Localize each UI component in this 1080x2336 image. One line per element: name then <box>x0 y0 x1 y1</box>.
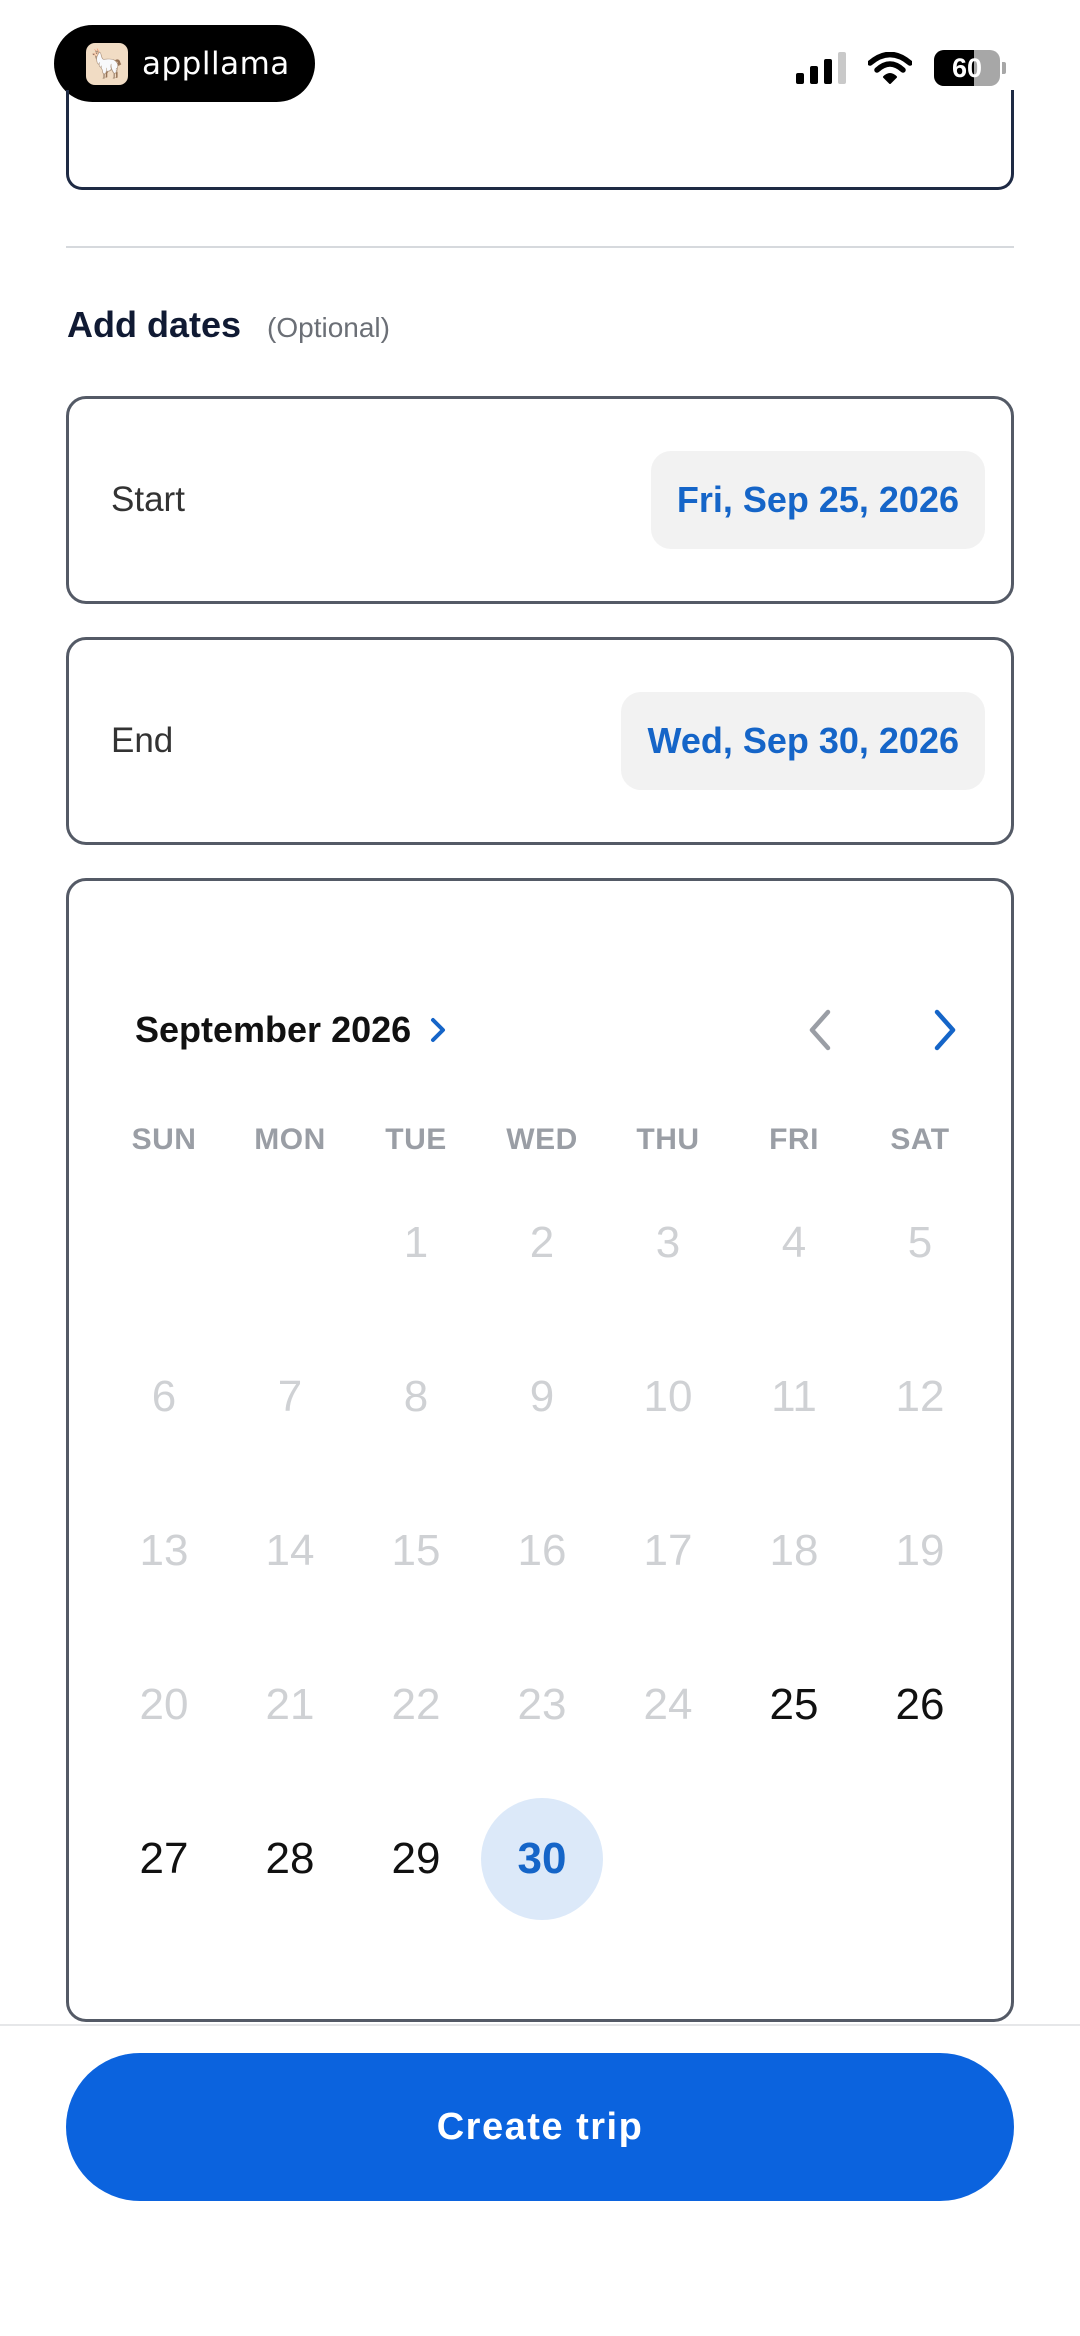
weekday-wed: WED <box>506 1123 578 1156</box>
battery-icon: 60 <box>934 50 1006 86</box>
weekday-sun: SUN <box>131 1123 197 1156</box>
calendar-day-19: 19 <box>895 1526 945 1575</box>
chevron-right-icon <box>431 1018 446 1042</box>
calendar-day-18: 18 <box>769 1526 819 1575</box>
start-date-row[interactable]: Start Fri, Sep 25, 2026 <box>66 396 1014 604</box>
calendar-day-14: 14 <box>265 1526 315 1575</box>
calendar-day-29[interactable]: 29 <box>355 1798 477 1920</box>
calendar-day-20: 20 <box>139 1680 189 1729</box>
calendar-day-24: 24 <box>643 1680 693 1729</box>
weekday-thu: THU <box>636 1123 700 1156</box>
footer-divider <box>0 2024 1080 2026</box>
start-date-picker[interactable]: Fri, Sep 25, 2026 <box>650 451 985 549</box>
section-divider <box>66 246 1014 248</box>
calendar-day-13: 13 <box>139 1526 189 1575</box>
add-dates-heading: Add dates <box>67 304 242 345</box>
app-name: appllama <box>142 45 290 82</box>
optional-label: (Optional) <box>267 312 390 343</box>
calendar-day-26[interactable]: 26 <box>859 1644 981 1766</box>
calendar-day-6: 6 <box>151 1372 177 1421</box>
llama-logo-icon: 🦙 <box>86 42 128 85</box>
weekday-mon: MON <box>254 1123 326 1156</box>
end-date-picker[interactable]: Wed, Sep 30, 2026 <box>621 692 985 790</box>
app-screen: 🦙 appllama 60 Add dates (Optional) Start… <box>0 0 1080 2336</box>
calendar-day-30[interactable]: 30 <box>481 1798 603 1920</box>
calendar-picker: September 2026 SUN MON TUE WED THU FRI SAT 123… <box>66 878 1014 2022</box>
calendar-day-9: 9 <box>529 1372 555 1421</box>
weekday-sat: SAT <box>890 1123 950 1156</box>
status-indicators: 60 <box>796 50 1006 86</box>
calendar-day-16: 16 <box>517 1526 567 1575</box>
battery-level: 60 <box>951 52 983 83</box>
calendar-day-15: 15 <box>391 1526 441 1575</box>
calendar-day-22: 22 <box>391 1680 441 1729</box>
calendar-day-23: 23 <box>517 1680 567 1729</box>
calendar-day-27[interactable]: 27 <box>103 1798 225 1920</box>
end-date-row[interactable]: End Wed, Sep 30, 2026 <box>66 637 1014 845</box>
start-date-label: Start <box>111 480 185 519</box>
create-trip-button[interactable]: Create trip <box>66 2053 1014 2201</box>
calendar-day-5: 5 <box>907 1218 933 1267</box>
weekday-tue: TUE <box>385 1123 447 1156</box>
dates-section-title: Add dates (Optional) <box>67 304 390 346</box>
calendar-day-21: 21 <box>265 1680 315 1729</box>
calendar-day-11: 11 <box>771 1372 817 1421</box>
calendar-day-8: 8 <box>403 1372 429 1421</box>
cellular-signal-icon <box>796 52 846 84</box>
calendar-day-7: 7 <box>277 1372 303 1421</box>
month-label: September 2026 <box>135 1009 412 1050</box>
calendar-day-28[interactable]: 28 <box>229 1798 351 1920</box>
month-selector[interactable]: September 2026 <box>135 1009 447 1051</box>
trip-name-input[interactable] <box>66 90 1014 190</box>
calendar-day-10: 10 <box>643 1372 693 1421</box>
calendar-day-2: 2 <box>529 1218 555 1267</box>
calendar-day-1: 1 <box>403 1218 429 1267</box>
weekday-fri: FRI <box>769 1123 819 1156</box>
calendar-day-3: 3 <box>655 1218 681 1267</box>
calendar-day-25[interactable]: 25 <box>733 1644 855 1766</box>
calendar-day-4: 4 <box>781 1218 807 1267</box>
calendar-day-17: 17 <box>643 1526 693 1575</box>
next-month-button[interactable] <box>925 1004 965 1056</box>
end-date-label: End <box>111 721 174 760</box>
wifi-icon <box>868 52 912 84</box>
previous-month-button[interactable] <box>800 1004 840 1056</box>
calendar-day-12: 12 <box>895 1372 945 1421</box>
